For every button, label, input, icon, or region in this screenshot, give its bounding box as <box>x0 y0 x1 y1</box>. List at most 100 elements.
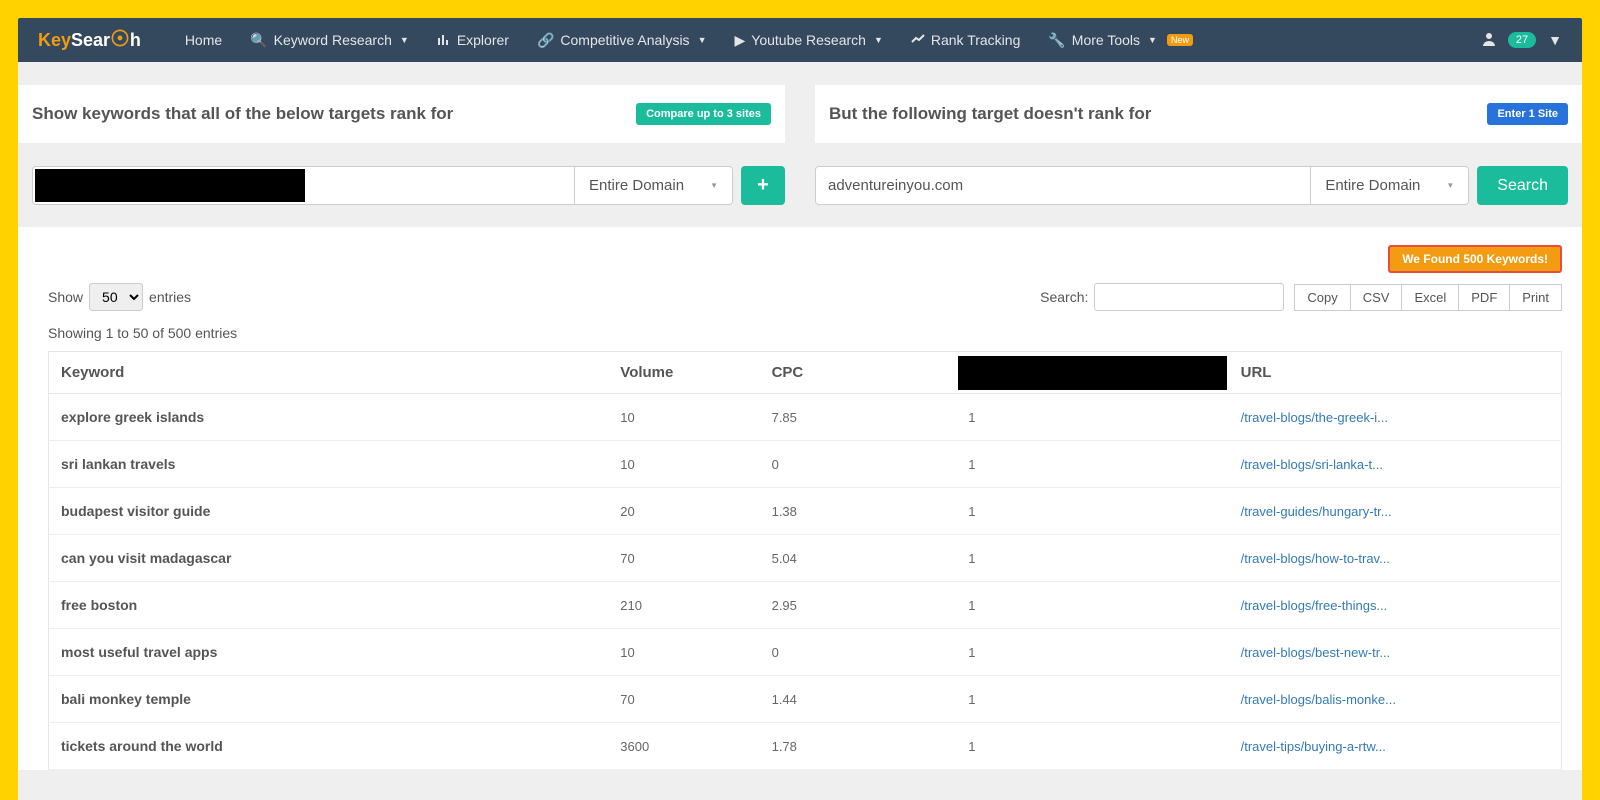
new-label: New <box>1167 34 1193 46</box>
cell-cpc: 1.44 <box>760 676 957 723</box>
export-buttons: Copy CSV Excel PDF Print <box>1294 284 1562 311</box>
cell-keyword: tickets around the world <box>49 723 609 770</box>
cell-volume: 70 <box>608 535 759 582</box>
cell-keyword: explore greek islands <box>49 394 609 441</box>
cell-url: /travel-blogs/sri-lanka-t... <box>1229 441 1562 488</box>
cell-rank: 1 <box>956 535 1228 582</box>
cell-volume: 3600 <box>608 723 759 770</box>
show-label: Show <box>48 289 83 305</box>
table-row: free boston2102.951/travel-blogs/free-th… <box>49 582 1562 629</box>
chevron-down-icon: ▼ <box>698 35 707 45</box>
chevron-down-icon[interactable]: ▼ <box>1548 32 1562 48</box>
nav-more-tools[interactable]: 🔧 More Tools ▼ New <box>1034 18 1207 62</box>
chevron-down-icon: ▼ <box>1446 181 1454 190</box>
cell-volume: 10 <box>608 394 759 441</box>
url-link[interactable]: /travel-blogs/free-things... <box>1241 598 1388 613</box>
col-volume[interactable]: Volume <box>608 352 759 394</box>
nav-youtube-research[interactable]: ▶ Youtube Research ▼ <box>720 18 896 62</box>
exclude-scope-dropdown[interactable]: Entire Domain ▼ <box>1310 167 1468 204</box>
cell-rank: 1 <box>956 676 1228 723</box>
compare-badge: Compare up to 3 sites <box>636 103 771 125</box>
cell-rank: 1 <box>956 394 1228 441</box>
cell-keyword: most useful travel apps <box>49 629 609 676</box>
col-keyword[interactable]: Keyword <box>49 352 609 394</box>
url-link[interactable]: /travel-blogs/best-new-tr... <box>1241 645 1391 660</box>
wrench-icon: 🔧 <box>1048 32 1065 49</box>
cell-cpc: 1.78 <box>760 723 957 770</box>
export-copy-button[interactable]: Copy <box>1294 284 1350 311</box>
cell-url: /travel-tips/buying-a-rtw... <box>1229 723 1562 770</box>
cell-cpc: 2.95 <box>760 582 957 629</box>
chevron-down-icon: ▼ <box>1148 35 1157 45</box>
nav-rank-tracking-label: Rank Tracking <box>931 32 1020 48</box>
url-link[interactable]: /travel-blogs/balis-monke... <box>1241 692 1396 707</box>
cell-keyword: can you visit madagascar <box>49 535 609 582</box>
table-search-label: Search: <box>1040 289 1088 305</box>
table-row: explore greek islands107.851/travel-blog… <box>49 394 1562 441</box>
logo[interactable]: KeySear☉h <box>38 30 141 51</box>
search-button[interactable]: Search <box>1477 166 1568 205</box>
cell-keyword: budapest visitor guide <box>49 488 609 535</box>
redacted-input[interactable] <box>35 169 305 202</box>
compare-scope-dropdown[interactable]: Entire Domain ▼ <box>574 167 732 204</box>
url-link[interactable]: /travel-blogs/how-to-trav... <box>1241 551 1390 566</box>
table-row: tickets around the world36001.781/travel… <box>49 723 1562 770</box>
results-table: Keyword Volume CPC URL explore greek isl… <box>48 351 1562 770</box>
export-excel-button[interactable]: Excel <box>1402 284 1459 311</box>
showing-info: Showing 1 to 50 of 500 entries <box>48 325 1562 341</box>
cell-url: /travel-blogs/free-things... <box>1229 582 1562 629</box>
nav-explorer[interactable]: Explorer <box>423 18 523 62</box>
table-search-input[interactable] <box>1094 283 1284 311</box>
cell-url: /travel-guides/hungary-tr... <box>1229 488 1562 535</box>
col-url[interactable]: URL <box>1229 352 1562 394</box>
add-site-button[interactable]: + <box>741 166 785 205</box>
cell-rank: 1 <box>956 723 1228 770</box>
notification-count[interactable]: 27 <box>1508 32 1536 48</box>
found-keywords-pill: We Found 500 Keywords! <box>1388 245 1562 273</box>
export-pdf-button[interactable]: PDF <box>1459 284 1510 311</box>
url-link[interactable]: /travel-tips/buying-a-rtw... <box>1241 739 1386 754</box>
cell-volume: 10 <box>608 629 759 676</box>
nav-competitive-analysis[interactable]: 🔗 Competitive Analysis ▼ <box>523 18 721 62</box>
chart-icon <box>437 32 451 49</box>
trend-icon <box>911 32 925 49</box>
nav-rank-tracking[interactable]: Rank Tracking <box>897 18 1034 62</box>
chevron-down-icon: ▼ <box>710 181 718 190</box>
search-icon: 🔍 <box>250 32 267 49</box>
cell-volume: 210 <box>608 582 759 629</box>
nav-keyword-research[interactable]: 🔍 Keyword Research ▼ <box>236 18 423 62</box>
export-print-button[interactable]: Print <box>1510 284 1562 311</box>
page-size-select[interactable]: 50 <box>89 283 143 311</box>
cell-url: /travel-blogs/how-to-trav... <box>1229 535 1562 582</box>
top-navbar: KeySear☉h Home 🔍 Keyword Research ▼ Expl… <box>18 18 1582 62</box>
cell-cpc: 0 <box>760 629 957 676</box>
cell-keyword: free boston <box>49 582 609 629</box>
compare-site-input[interactable] <box>307 167 574 204</box>
exclude-site-input[interactable] <box>816 167 1310 204</box>
cell-cpc: 0 <box>760 441 957 488</box>
user-icon[interactable] <box>1482 32 1496 49</box>
youtube-icon: ▶ <box>734 32 745 49</box>
panel-exclude-title: But the following target doesn't rank fo… <box>829 104 1151 124</box>
url-link[interactable]: /travel-blogs/sri-lanka-t... <box>1241 457 1383 472</box>
table-row: most useful travel apps1001/travel-blogs… <box>49 629 1562 676</box>
chevron-down-icon: ▼ <box>400 35 409 45</box>
cell-rank: 1 <box>956 441 1228 488</box>
export-csv-button[interactable]: CSV <box>1351 284 1403 311</box>
entries-label: entries <box>149 289 191 305</box>
cell-rank: 1 <box>956 629 1228 676</box>
col-cpc[interactable]: CPC <box>760 352 957 394</box>
panel-compare-header: Show keywords that all of the below targ… <box>18 85 785 144</box>
nav-youtube-research-label: Youtube Research <box>751 32 866 48</box>
url-link[interactable]: /travel-blogs/the-greek-i... <box>1241 410 1388 425</box>
nav-keyword-research-label: Keyword Research <box>274 32 392 48</box>
url-link[interactable]: /travel-guides/hungary-tr... <box>1241 504 1392 519</box>
cell-url: /travel-blogs/the-greek-i... <box>1229 394 1562 441</box>
nav-explorer-label: Explorer <box>457 32 509 48</box>
cell-rank: 1 <box>956 582 1228 629</box>
nav-home[interactable]: Home <box>171 18 236 62</box>
cell-volume: 70 <box>608 676 759 723</box>
page-size-control: Show 50 entries <box>48 283 191 311</box>
cell-url: /travel-blogs/balis-monke... <box>1229 676 1562 723</box>
exclude-site-input-group: Entire Domain ▼ <box>815 166 1469 205</box>
